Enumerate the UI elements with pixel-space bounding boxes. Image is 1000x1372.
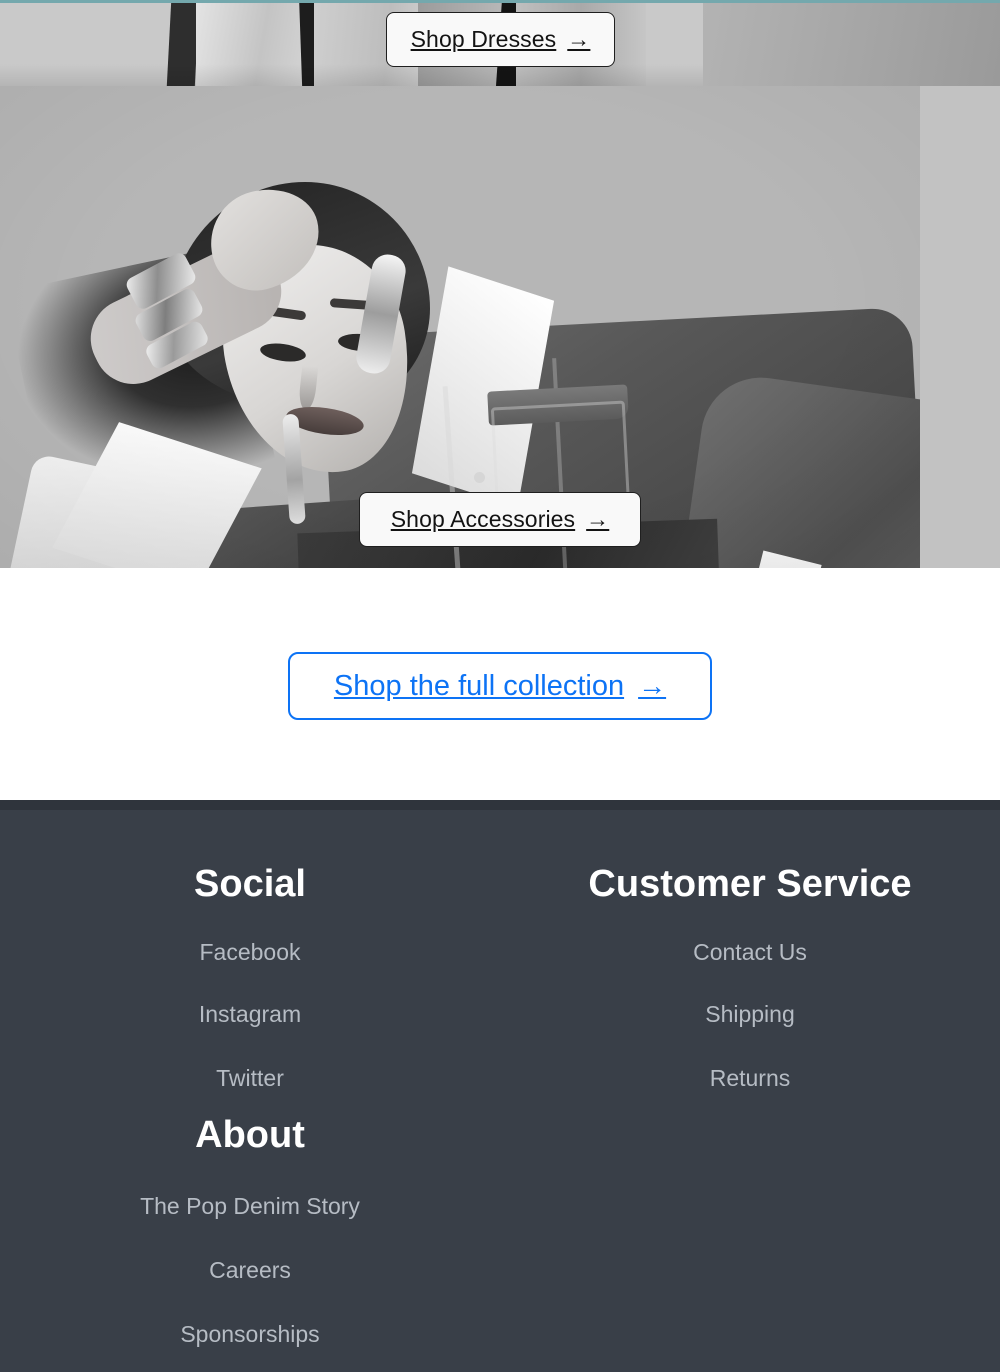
site-footer: Social Facebook Instagram Twitter Custom… (0, 800, 1000, 1372)
hero-banner-accessories-backdrop (920, 86, 1000, 568)
footer-link-instagram[interactable]: Instagram (199, 1003, 301, 1026)
footer-heading-social: Social (194, 863, 306, 905)
footer-column-customer-service: Customer Service Contact Us Shipping Ret… (500, 800, 1000, 1090)
footer-link-returns[interactable]: Returns (710, 1067, 791, 1090)
shop-full-collection-label: Shop the full collection (333, 669, 625, 702)
decorative-shadow (0, 64, 703, 86)
footer-heading-about: About (195, 1114, 305, 1156)
hero-banner-dresses-backdrop (703, 0, 1000, 86)
shop-accessories-label: Shop Accessories (390, 506, 576, 532)
top-accent-rule (0, 0, 1000, 3)
footer-link-sponsorships[interactable]: Sponsorships (180, 1323, 319, 1346)
footer-column-social: Social Facebook Instagram Twitter (0, 800, 500, 1090)
footer-link-careers[interactable]: Careers (209, 1259, 291, 1282)
collection-cta-section: Shop the full collection → (0, 568, 1000, 800)
shop-accessories-button[interactable]: Shop Accessories → (359, 492, 641, 547)
shop-dresses-label: Shop Dresses (410, 26, 557, 52)
footer-column-about: About The Pop Denim Story Careers Sponso… (0, 1116, 500, 1346)
footer-columns: Social Facebook Instagram Twitter Custom… (0, 800, 1000, 1090)
arrow-right-icon: → (638, 670, 667, 701)
shop-full-collection-button[interactable]: Shop the full collection → (288, 652, 712, 720)
footer-link-twitter[interactable]: Twitter (216, 1067, 284, 1090)
arrow-right-icon: → (586, 506, 610, 532)
arrow-right-icon: → (567, 26, 591, 52)
footer-link-pop-denim-story[interactable]: The Pop Denim Story (140, 1195, 360, 1218)
shop-dresses-button[interactable]: Shop Dresses → (386, 12, 615, 67)
footer-link-facebook[interactable]: Facebook (199, 941, 300, 964)
footer-heading-customer-service: Customer Service (588, 863, 912, 905)
footer-link-contact-us[interactable]: Contact Us (693, 941, 807, 964)
footer-link-shipping[interactable]: Shipping (705, 1003, 795, 1026)
page-root: Shop Dresses → Shop Accessories → Shop t… (0, 0, 1000, 1372)
